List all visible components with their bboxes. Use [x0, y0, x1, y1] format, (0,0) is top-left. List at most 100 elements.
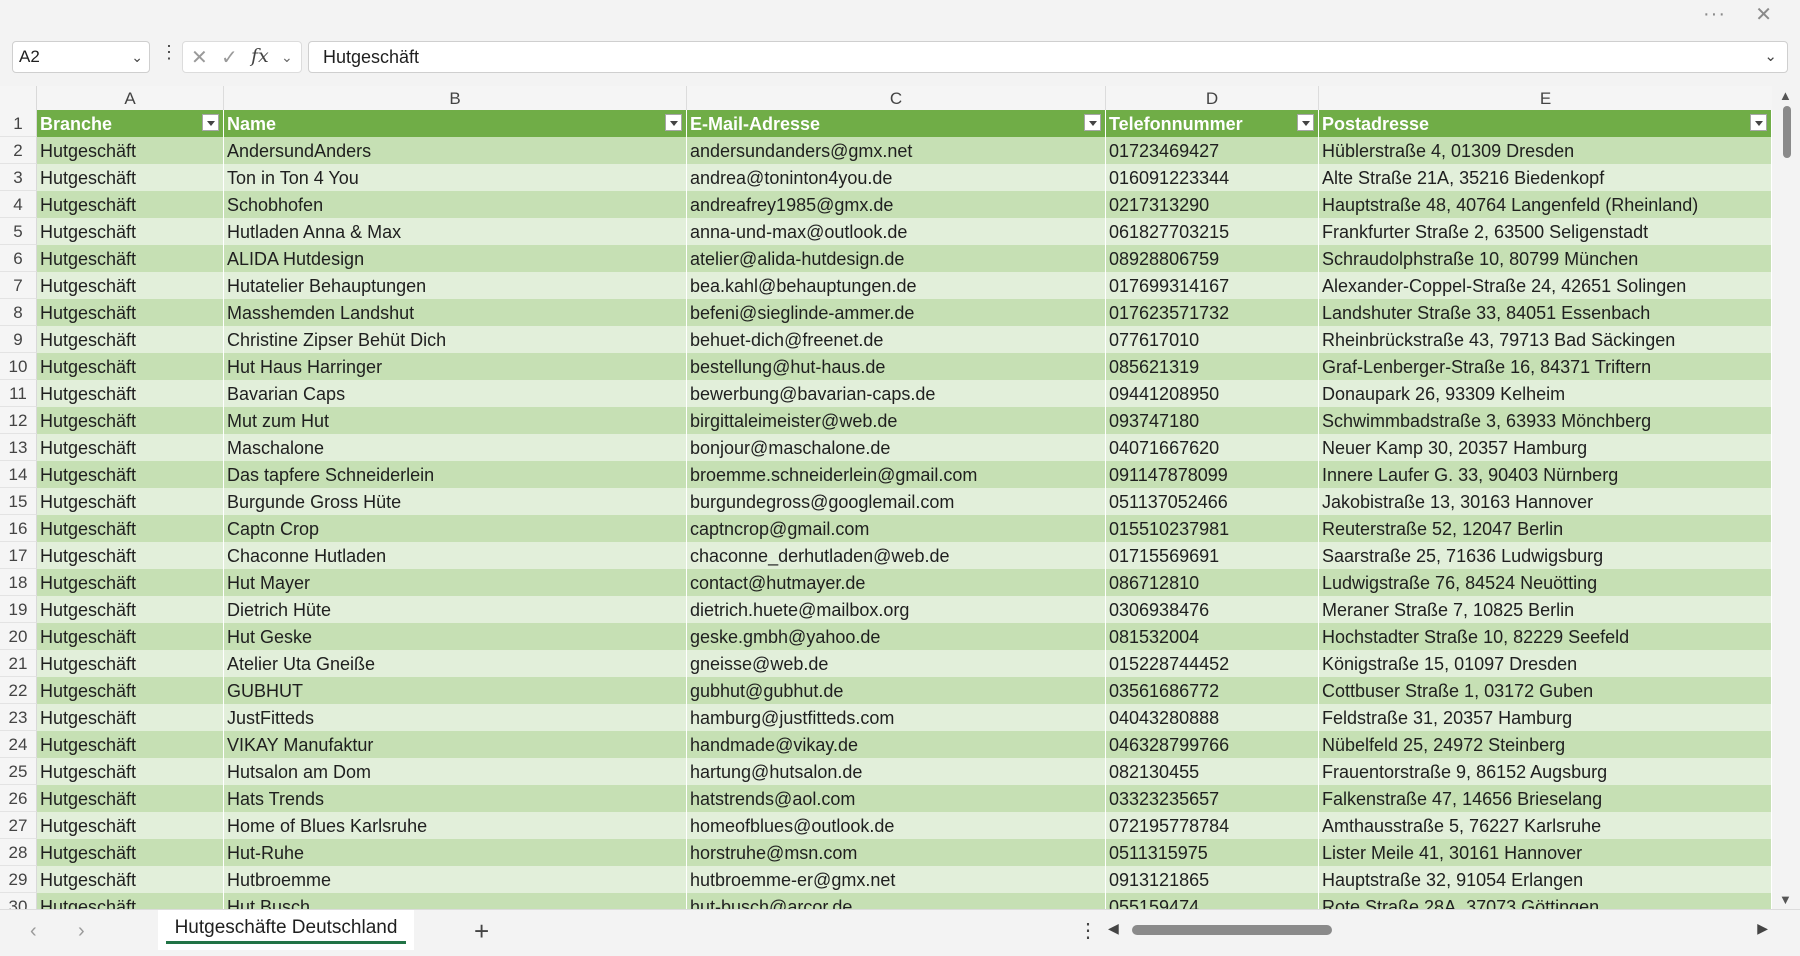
- cell-name[interactable]: Chaconne Hutladen: [224, 542, 687, 569]
- column-header-d[interactable]: D: [1106, 86, 1319, 110]
- cell-branche[interactable]: Hutgeschäft: [37, 164, 224, 191]
- cell-postadresse[interactable]: Alte Straße 21A, 35216 Biedenkopf: [1319, 164, 1772, 191]
- sheet-tab-active[interactable]: Hutgeschäfte Deutschland: [158, 910, 414, 950]
- cell-branche[interactable]: Hutgeschäft: [37, 515, 224, 542]
- column-header-a[interactable]: A: [37, 86, 224, 110]
- chevron-down-icon[interactable]: ⌄: [131, 42, 143, 72]
- cell-email[interactable]: hutbroemme-er@gmx.net: [687, 866, 1106, 893]
- cell-postadresse[interactable]: Neuer Kamp 30, 20357 Hamburg: [1319, 434, 1772, 461]
- scroll-up-icon[interactable]: ▲: [1779, 88, 1792, 103]
- cell-postadresse[interactable]: Hüblerstraße 4, 01309 Dresden: [1319, 137, 1772, 164]
- cell-branche[interactable]: Hutgeschäft: [37, 434, 224, 461]
- cell-telefon[interactable]: 0217313290: [1106, 191, 1319, 218]
- cell-postadresse[interactable]: Jakobistraße 13, 30163 Hannover: [1319, 488, 1772, 515]
- cell-postadresse[interactable]: Amthausstraße 5, 76227 Karlsruhe: [1319, 812, 1772, 839]
- row-header[interactable]: 28: [0, 839, 37, 866]
- cell-branche[interactable]: Hutgeschäft: [37, 731, 224, 758]
- cell-postadresse[interactable]: Alexander-Coppel-Straße 24, 42651 Soling…: [1319, 272, 1772, 299]
- header-cell-email[interactable]: E-Mail-Adresse: [687, 110, 1106, 137]
- row-header[interactable]: 8: [0, 299, 37, 326]
- cell-email[interactable]: hatstrends@aol.com: [687, 785, 1106, 812]
- cell-name[interactable]: Mut zum Hut: [224, 407, 687, 434]
- cell-postadresse[interactable]: Reuterstraße 52, 12047 Berlin: [1319, 515, 1772, 542]
- row-header[interactable]: 7: [0, 272, 37, 299]
- header-cell-branche[interactable]: Branche: [37, 110, 224, 137]
- cell-postadresse[interactable]: Schwimmbadstraße 3, 63933 Mönchberg: [1319, 407, 1772, 434]
- cell-name[interactable]: Hut Haus Harringer: [224, 353, 687, 380]
- row-header[interactable]: 20: [0, 623, 37, 650]
- cell-name[interactable]: AndersundAnders: [224, 137, 687, 164]
- row-header[interactable]: 2: [0, 137, 37, 164]
- horizontal-scrollbar[interactable]: ◀ ▶: [1108, 920, 1768, 942]
- row-header[interactable]: 27: [0, 812, 37, 839]
- cell-telefon[interactable]: 077617010: [1106, 326, 1319, 353]
- cell-email[interactable]: dietrich.huete@mailbox.org: [687, 596, 1106, 623]
- cell-postadresse[interactable]: Rheinbrückstraße 43, 79713 Bad Säckingen: [1319, 326, 1772, 353]
- row-header[interactable]: 15: [0, 488, 37, 515]
- cell-telefon[interactable]: 03561686772: [1106, 677, 1319, 704]
- cell-email[interactable]: andrea@toninton4you.de: [687, 164, 1106, 191]
- cell-telefon[interactable]: 055159474: [1106, 893, 1319, 909]
- cell-email[interactable]: befeni@sieglinde-ammer.de: [687, 299, 1106, 326]
- header-cell-telefon[interactable]: Telefonnummer: [1106, 110, 1319, 137]
- cell-telefon[interactable]: 015510237981: [1106, 515, 1319, 542]
- name-box[interactable]: A2 ⌄: [12, 41, 150, 73]
- cell-name[interactable]: VIKAY Manufaktur: [224, 731, 687, 758]
- cell-email[interactable]: captncrop@gmail.com: [687, 515, 1106, 542]
- column-header-c[interactable]: C: [687, 86, 1106, 110]
- cell-email[interactable]: bonjour@maschalone.de: [687, 434, 1106, 461]
- row-header[interactable]: 23: [0, 704, 37, 731]
- cell-name[interactable]: GUBHUT: [224, 677, 687, 704]
- scroll-right-icon[interactable]: ▶: [1757, 920, 1768, 937]
- cell-postadresse[interactable]: Lister Meile 41, 30161 Hannover: [1319, 839, 1772, 866]
- cell-name[interactable]: ALIDA Hutdesign: [224, 245, 687, 272]
- cell-postadresse[interactable]: Donaupark 26, 93309 Kelheim: [1319, 380, 1772, 407]
- cell-postadresse[interactable]: Saarstraße 25, 71636 Ludwigsburg: [1319, 542, 1772, 569]
- cell-email[interactable]: andersundanders@gmx.net: [687, 137, 1106, 164]
- row-header[interactable]: 17: [0, 542, 37, 569]
- row-header[interactable]: 16: [0, 515, 37, 542]
- cancel-icon[interactable]: ✕: [191, 45, 208, 70]
- cell-postadresse[interactable]: Feldstraße 31, 20357 Hamburg: [1319, 704, 1772, 731]
- cell-postadresse[interactable]: Ludwigstraße 76, 84524 Neuötting: [1319, 569, 1772, 596]
- cell-postadresse[interactable]: Königstraße 15, 01097 Dresden: [1319, 650, 1772, 677]
- cell-name[interactable]: JustFitteds: [224, 704, 687, 731]
- cell-branche[interactable]: Hutgeschäft: [37, 542, 224, 569]
- cell-branche[interactable]: Hutgeschäft: [37, 326, 224, 353]
- cell-branche[interactable]: Hutgeschäft: [37, 380, 224, 407]
- cell-branche[interactable]: Hutgeschäft: [37, 407, 224, 434]
- cell-postadresse[interactable]: Frankfurter Straße 2, 63500 Seligenstadt: [1319, 218, 1772, 245]
- sheet-options-icon[interactable]: ⋮: [1078, 918, 1098, 943]
- cell-postadresse[interactable]: Graf-Lenberger-Straße 16, 84371 Triftern: [1319, 353, 1772, 380]
- cell-branche[interactable]: Hutgeschäft: [37, 812, 224, 839]
- expand-formula-icon[interactable]: ⌄: [1764, 42, 1777, 72]
- cell-email[interactable]: homeofblues@outlook.de: [687, 812, 1106, 839]
- cell-name[interactable]: Hutbroemme: [224, 866, 687, 893]
- cell-name[interactable]: Bavarian Caps: [224, 380, 687, 407]
- cell-name[interactable]: Hut Busch: [224, 893, 687, 909]
- cell-name[interactable]: Hutatelier Behauptungen: [224, 272, 687, 299]
- cell-telefon[interactable]: 01715569691: [1106, 542, 1319, 569]
- cell-telefon[interactable]: 0306938476: [1106, 596, 1319, 623]
- confirm-icon[interactable]: ✓: [221, 45, 238, 70]
- row-header[interactable]: 14: [0, 461, 37, 488]
- cell-branche[interactable]: Hutgeschäft: [37, 488, 224, 515]
- cell-branche[interactable]: Hutgeschäft: [37, 191, 224, 218]
- cell-postadresse[interactable]: Nübelfeld 25, 24972 Steinberg: [1319, 731, 1772, 758]
- filter-dropdown-icon[interactable]: [1084, 114, 1101, 131]
- filter-dropdown-icon[interactable]: [665, 114, 682, 131]
- filter-dropdown-icon[interactable]: [1297, 114, 1314, 131]
- cell-email[interactable]: gneisse@web.de: [687, 650, 1106, 677]
- cell-name[interactable]: Hut Geske: [224, 623, 687, 650]
- cell-telefon[interactable]: 04071667620: [1106, 434, 1319, 461]
- cell-telefon[interactable]: 072195778784: [1106, 812, 1319, 839]
- close-icon[interactable]: ✕: [1755, 2, 1772, 27]
- filter-dropdown-icon[interactable]: [1750, 114, 1767, 131]
- cell-name[interactable]: Hut Mayer: [224, 569, 687, 596]
- cell-name[interactable]: Hutladen Anna & Max: [224, 218, 687, 245]
- cell-branche[interactable]: Hutgeschäft: [37, 704, 224, 731]
- cell-name[interactable]: Captn Crop: [224, 515, 687, 542]
- next-sheet-icon[interactable]: ›: [78, 920, 85, 943]
- row-header[interactable]: 3: [0, 164, 37, 191]
- cell-telefon[interactable]: 046328799766: [1106, 731, 1319, 758]
